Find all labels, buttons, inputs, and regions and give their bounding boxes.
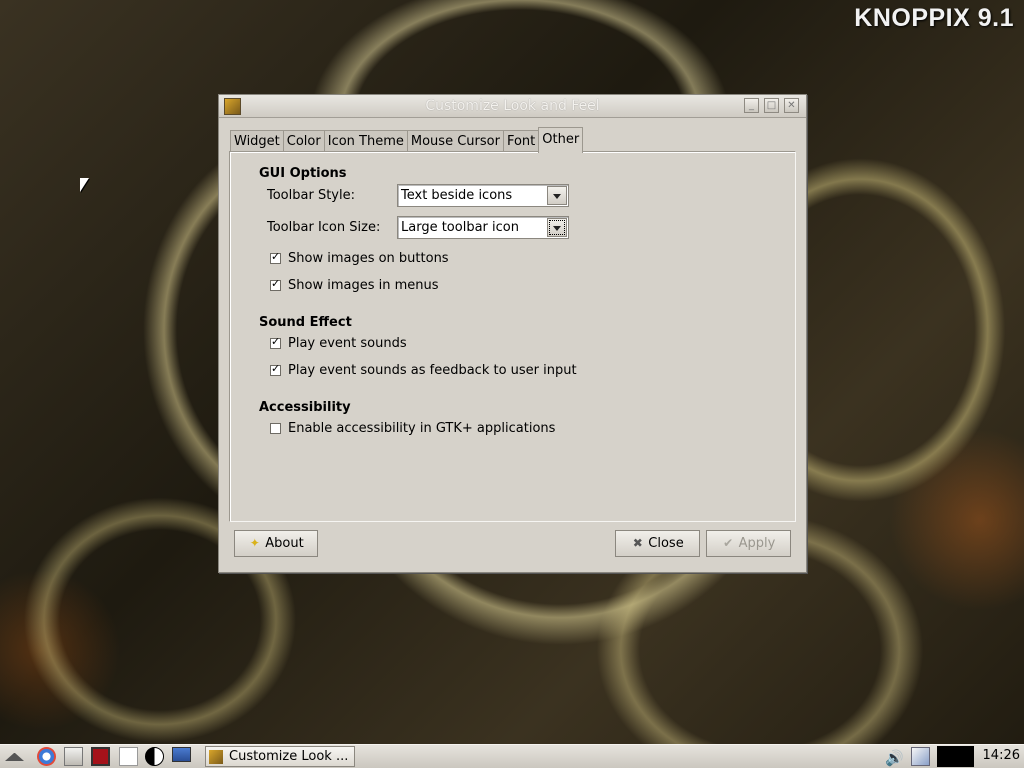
toolbar-icon-size-value: Large toolbar icon	[401, 220, 519, 235]
close-button[interactable]: ✖ Close	[615, 530, 700, 557]
taskbar-task-customize[interactable]: Customize Look ...	[205, 746, 355, 767]
app-icon	[209, 749, 223, 764]
play-event-sounds-option[interactable]: Play event sounds	[270, 335, 407, 351]
show-images-menus-checkbox[interactable]	[270, 277, 281, 291]
maximize-button[interactable]: □	[764, 98, 779, 113]
toolbar-style-value: Text beside icons	[401, 188, 513, 203]
toolbar-style-label: Toolbar Style:	[267, 188, 355, 203]
window-title: Customize Look and Feel	[425, 98, 600, 114]
tab-bar: Widget Color Icon Theme Mouse Cursor Fon…	[230, 127, 584, 153]
play-feedback-sounds-option[interactable]: Play event sounds as feedback to user in…	[270, 362, 577, 378]
customize-look-and-feel-window: Customize Look and Feel _ □ ✕ Widget Col…	[218, 94, 807, 573]
close-button-label: Close	[648, 536, 684, 551]
minimize-button[interactable]: _	[744, 98, 759, 113]
show-images-buttons-option[interactable]: Show images on buttons	[270, 250, 449, 266]
enable-accessibility-option[interactable]: Enable accessibility in GTK+ application…	[270, 420, 555, 436]
window-titlebar[interactable]: Customize Look and Feel _ □ ✕	[219, 95, 806, 118]
tab-icon-theme[interactable]: Icon Theme	[323, 130, 408, 153]
monitor-icon[interactable]	[172, 747, 191, 762]
document-icon[interactable]	[119, 747, 138, 766]
apply-button-label: Apply	[738, 536, 776, 551]
play-feedback-sounds-label: Play event sounds as feedback to user in…	[288, 362, 577, 378]
terminal-icon[interactable]	[91, 747, 110, 766]
sound-effect-heading: Sound Effect	[259, 315, 352, 330]
toolbar-icon-size-label: Toolbar Icon Size:	[267, 220, 381, 235]
network-icon[interactable]	[911, 747, 930, 766]
gui-options-heading: GUI Options	[259, 166, 347, 181]
tab-widget[interactable]: Widget	[230, 130, 284, 153]
file-manager-icon[interactable]	[64, 747, 83, 766]
star-icon: ✦	[249, 536, 260, 550]
tab-mouse-cursor[interactable]: Mouse Cursor	[406, 130, 504, 153]
enable-accessibility-checkbox[interactable]	[270, 422, 281, 434]
show-images-menus-label: Show images in menus	[288, 277, 439, 293]
taskbar-task-label: Customize Look ...	[229, 749, 349, 764]
chevron-down-icon[interactable]	[547, 186, 567, 205]
taskbar: Customize Look ... 🔊 14:26	[0, 744, 1024, 768]
play-feedback-sounds-checkbox[interactable]	[270, 362, 281, 376]
wallpaper-brand: KNOPPIX 9.1	[854, 4, 1014, 32]
menu-icon[interactable]	[5, 753, 24, 761]
tab-other[interactable]: Other	[538, 127, 584, 153]
apply-button[interactable]: ✔ Apply	[706, 530, 791, 557]
toolbar-style-select[interactable]: Text beside icons	[397, 184, 569, 207]
enable-accessibility-label: Enable accessibility in GTK+ application…	[288, 420, 556, 436]
tab-color[interactable]: Color	[282, 130, 325, 153]
about-button-label: About	[265, 536, 304, 551]
close-window-button[interactable]: ✕	[784, 98, 799, 113]
volume-icon[interactable]: 🔊	[885, 749, 904, 768]
close-icon: ✖	[632, 536, 643, 550]
tab-page-other: GUI Options Toolbar Style: Text beside i…	[229, 151, 796, 522]
mouse-cursor	[80, 178, 89, 192]
accessibility-heading: Accessibility	[259, 400, 351, 415]
show-images-menus-option[interactable]: Show images in menus	[270, 277, 439, 293]
toolbar-icon-size-select[interactable]: Large toolbar icon	[397, 216, 569, 239]
chromium-icon[interactable]	[37, 747, 56, 766]
cpu-monitor-widget	[937, 746, 974, 767]
clock: 14:26	[982, 748, 1020, 763]
play-event-sounds-label: Play event sounds	[288, 335, 407, 351]
show-images-buttons-checkbox[interactable]	[270, 250, 281, 264]
checkmark-icon: ✔	[723, 536, 734, 550]
mixer-icon[interactable]	[145, 747, 164, 766]
play-event-sounds-checkbox[interactable]	[270, 335, 281, 349]
chevron-down-icon[interactable]	[547, 218, 567, 237]
tab-font[interactable]: Font	[502, 130, 540, 153]
about-button[interactable]: ✦ About	[234, 530, 318, 557]
show-images-buttons-label: Show images on buttons	[288, 250, 449, 266]
